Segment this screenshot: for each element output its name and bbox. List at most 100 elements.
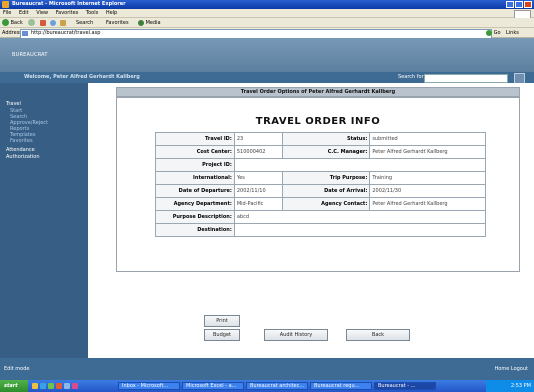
refresh-icon <box>50 19 56 26</box>
field-value: 23 <box>233 132 283 146</box>
favorites-button[interactable]: Favorites <box>106 19 129 27</box>
windows-taskbar: start Inbox - Microsoft... Microsoft Exc… <box>0 380 534 392</box>
field-label: C.C. Manager: <box>281 145 371 159</box>
taskbar-item-active[interactable]: Bureaucrat - ... <box>374 382 436 390</box>
maximize-icon[interactable] <box>515 1 523 8</box>
system-tray: 2:53 PM <box>486 380 534 392</box>
field-label: Trip Purpose: <box>281 171 371 185</box>
field-value: 510000402 <box>233 145 283 159</box>
back-arrow-icon <box>2 19 9 26</box>
table-row: Project ID: <box>155 158 487 172</box>
table-row: Travel ID: 23 Status: submitted <box>155 132 486 146</box>
url-text: http://bureaucrat/travel.asp <box>31 30 101 36</box>
field-value: Yes <box>233 171 283 185</box>
forward-arrow-icon <box>28 19 35 26</box>
taskbar-item[interactable]: Bureaucrat architec... <box>246 382 308 390</box>
window-title: Bureaucrat - Microsoft Internet Explorer <box>12 1 126 7</box>
field-value: abcd <box>233 210 487 224</box>
media-button[interactable]: Media <box>138 19 161 27</box>
section-header: Travel Order Options of Peter Alfred Ger… <box>116 87 520 97</box>
quicklaunch-icon[interactable] <box>64 383 70 389</box>
menu-file[interactable]: File <box>0 9 14 18</box>
search-button[interactable]: Search <box>76 19 93 27</box>
refresh-button[interactable] <box>50 19 56 27</box>
budget-button[interactable]: Budget <box>204 329 240 341</box>
stop-button[interactable] <box>40 19 46 27</box>
field-label: Purpose Description: <box>155 210 235 224</box>
footer-left-text: Edit mode <box>4 366 30 372</box>
stop-icon <box>40 19 46 26</box>
menu-help[interactable]: Help <box>103 9 120 18</box>
quicklaunch-icon[interactable] <box>72 383 78 389</box>
print-button[interactable]: Print <box>204 315 240 327</box>
field-label: Travel ID: <box>155 132 235 146</box>
page-icon <box>22 31 28 36</box>
home-button[interactable] <box>60 19 66 27</box>
field-label: Cost Center: <box>155 145 235 159</box>
taskbar-item[interactable]: Inbox - Microsoft... <box>118 382 180 390</box>
field-label: Date of Departure: <box>155 184 235 198</box>
field-value: 2002/11/10 <box>233 184 283 198</box>
field-label: Destination: <box>155 223 235 237</box>
menu-favorites[interactable]: Favorites <box>53 9 82 18</box>
minimize-icon[interactable] <box>506 1 514 8</box>
address-label: Address <box>2 30 22 36</box>
field-label: Date of Arrival: <box>281 184 371 198</box>
quicklaunch-icon[interactable] <box>40 383 46 389</box>
ie-icon <box>2 1 9 8</box>
table-row: International: Yes Trip Purpose: Trainin… <box>155 171 486 185</box>
field-label: Status: <box>281 132 371 146</box>
browser-toolbar: Back Search Favorites Media <box>0 18 534 28</box>
field-value: Mid-Pacific <box>233 197 283 211</box>
page-title: TRAVEL ORDER INFO <box>255 116 381 127</box>
field-value: Training <box>369 171 486 185</box>
media-icon <box>138 19 144 26</box>
table-row: Date of Departure: 2002/11/10 Date of Ar… <box>155 184 486 198</box>
field-label: Project ID: <box>155 158 235 172</box>
links-button[interactable]: Links <box>506 29 519 37</box>
menu-view[interactable]: View <box>33 9 51 18</box>
welcome-bar: Welcome, Peter Alfred Gerhardt Kallberg … <box>0 72 534 84</box>
sidebar-item-authorization[interactable]: Authorization <box>6 154 40 160</box>
quicklaunch-icon[interactable] <box>32 383 38 389</box>
sidebar: Travel Start Search Approve/Reject Repor… <box>0 83 88 358</box>
app-search-input[interactable] <box>424 74 508 83</box>
field-value: submitted <box>369 132 486 146</box>
table-row: Agency Department: Mid-Pacific Agency Co… <box>155 197 486 211</box>
field-label: Agency Department: <box>155 197 235 211</box>
field-value: Peter Alfred Gerhardt Kallberg <box>369 197 486 211</box>
sidebar-subitem[interactable]: Favorites <box>10 138 33 144</box>
quicklaunch-icon[interactable] <box>48 383 54 389</box>
travel-order-table: Travel ID: 23 Status: submitted Cost Cen… <box>155 132 487 237</box>
taskbar-item[interactable]: Bureaucrat requ... <box>310 382 372 390</box>
table-row: Cost Center: 510000402 C.C. Manager: Pet… <box>155 145 486 159</box>
go-button[interactable]: Go <box>486 29 501 37</box>
forward-button[interactable] <box>28 19 35 27</box>
taskbar-item[interactable]: Microsoft Excel - a... <box>182 382 244 390</box>
back-page-button[interactable]: Back <box>346 329 410 341</box>
sidebar-item-travel[interactable]: Travel <box>6 101 21 107</box>
table-row: Destination: <box>155 223 487 237</box>
audit-history-button[interactable]: Audit History <box>264 329 328 341</box>
table-row: Purpose Description: abcd <box>155 210 487 224</box>
app-footer: Edit mode Home Logout <box>0 358 534 380</box>
field-value: Peter Alfred Gerhardt Kallberg <box>369 145 486 159</box>
address-bar: Address http://bureaucrat/travel.asp Go … <box>0 28 534 39</box>
field-label: International: <box>155 171 235 185</box>
footer-links[interactable]: Home Logout <box>495 366 528 372</box>
quicklaunch-icon[interactable] <box>56 383 62 389</box>
back-button[interactable]: Back <box>2 19 23 27</box>
clock: 2:53 PM <box>510 383 531 389</box>
app-header <box>0 38 534 72</box>
field-label: Agency Contact: <box>281 197 371 211</box>
window-controls <box>506 1 532 8</box>
go-arrow-icon <box>486 29 492 36</box>
start-button[interactable]: start <box>0 380 28 392</box>
field-value <box>233 158 487 172</box>
home-icon <box>60 19 66 26</box>
sidebar-item-attendance[interactable]: Attendance <box>6 147 35 153</box>
menu-bar: File Edit View Favorites Tools Help <box>0 9 534 19</box>
menu-tools[interactable]: Tools <box>83 9 101 18</box>
menu-edit[interactable]: Edit <box>16 9 32 18</box>
close-icon[interactable] <box>524 1 532 8</box>
